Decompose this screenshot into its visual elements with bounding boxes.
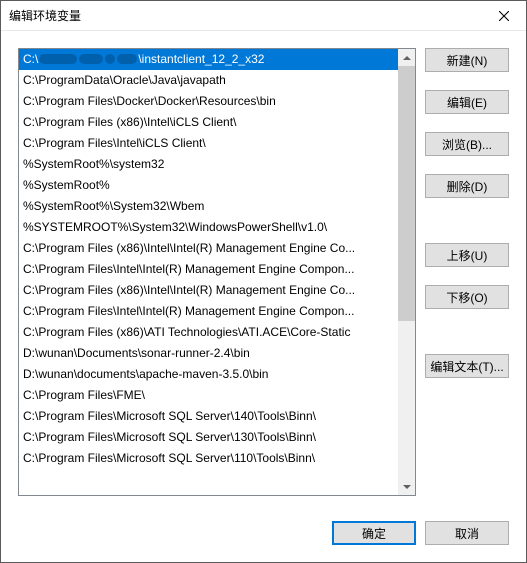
chevron-down-icon: [403, 483, 411, 491]
list-item[interactable]: C:\Program Files\Intel\Intel(R) Manageme…: [19, 259, 398, 280]
path-text-suffix: \instantclient_12_2_x32: [138, 52, 264, 66]
path-text-prefix: C:\: [23, 52, 38, 66]
list-item[interactable]: %SystemRoot%\system32: [19, 154, 398, 175]
browse-button[interactable]: 浏览(B)...: [425, 132, 509, 156]
list-item[interactable]: %SystemRoot%: [19, 175, 398, 196]
dialog-body: C:\ \instantclient_12_2_x32 C:\ProgramDat…: [1, 31, 526, 504]
list-item[interactable]: C:\Program Files\Microsoft SQL Server\11…: [19, 448, 398, 469]
scroll-down-button[interactable]: [398, 478, 415, 495]
list-item[interactable]: %SystemRoot%\System32\Wbem: [19, 196, 398, 217]
vertical-scrollbar[interactable]: [398, 49, 415, 495]
path-list-viewport: C:\ \instantclient_12_2_x32 C:\ProgramDat…: [19, 49, 398, 495]
dialog-title: 编辑环境变量: [9, 7, 481, 24]
list-item[interactable]: C:\Program Files\FME\: [19, 385, 398, 406]
titlebar: 编辑环境变量: [1, 1, 526, 31]
list-item[interactable]: D:\wunan\Documents\sonar-runner-2.4\bin: [19, 343, 398, 364]
path-listbox[interactable]: C:\ \instantclient_12_2_x32 C:\ProgramDat…: [18, 48, 416, 496]
list-item[interactable]: C:\Program Files\Intel\iCLS Client\: [19, 133, 398, 154]
cancel-button[interactable]: 取消: [425, 521, 509, 545]
edit-text-button[interactable]: 编辑文本(T)...: [425, 354, 509, 378]
list-item[interactable]: [19, 469, 398, 490]
list-item[interactable]: C:\Program Files\Microsoft SQL Server\14…: [19, 406, 398, 427]
edit-button[interactable]: 编辑(E): [425, 90, 509, 114]
redacted-segment: [39, 54, 77, 64]
list-item[interactable]: C:\Program Files (x86)\Intel\iCLS Client…: [19, 112, 398, 133]
scrollbar-thumb[interactable]: [398, 66, 415, 321]
move-down-button[interactable]: 下移(O): [425, 285, 509, 309]
ok-button[interactable]: 确定: [332, 521, 416, 545]
new-button[interactable]: 新建(N): [425, 48, 509, 72]
list-item[interactable]: C:\Program Files (x86)\Intel\Intel(R) Ma…: [19, 238, 398, 259]
list-item[interactable]: D:\wunan\documents\apache-maven-3.5.0\bi…: [19, 364, 398, 385]
chevron-up-icon: [403, 54, 411, 62]
scroll-up-button[interactable]: [398, 49, 415, 66]
list-item[interactable]: C:\Program Files (x86)\Intel\Intel(R) Ma…: [19, 280, 398, 301]
redacted-segment: [79, 54, 103, 64]
close-button[interactable]: [481, 1, 526, 30]
list-item[interactable]: C:\Program Files (x86)\ATI Technologies\…: [19, 322, 398, 343]
delete-button[interactable]: 删除(D): [425, 174, 509, 198]
dialog-window: 编辑环境变量 C:\ \instantclient_12_2_x32 C:\Pro…: [0, 0, 527, 563]
redacted-segment: [105, 54, 115, 64]
side-button-column: 新建(N) 编辑(E) 浏览(B)... 删除(D) 上移(U) 下移(O) 编…: [425, 48, 509, 504]
redacted-segment: [117, 54, 137, 64]
list-item[interactable]: C:\Program Files\Docker\Docker\Resources…: [19, 91, 398, 112]
list-item[interactable]: C:\Program Files\Microsoft SQL Server\13…: [19, 427, 398, 448]
dialog-footer: 确定 取消: [1, 504, 526, 562]
list-item[interactable]: %SYSTEMROOT%\System32\WindowsPowerShell\…: [19, 217, 398, 238]
close-icon: [499, 11, 509, 21]
list-item[interactable]: C:\ProgramData\Oracle\Java\javapath: [19, 70, 398, 91]
list-item[interactable]: C:\Program Files\Intel\Intel(R) Manageme…: [19, 301, 398, 322]
list-item[interactable]: C:\ \instantclient_12_2_x32: [19, 49, 398, 70]
move-up-button[interactable]: 上移(U): [425, 243, 509, 267]
